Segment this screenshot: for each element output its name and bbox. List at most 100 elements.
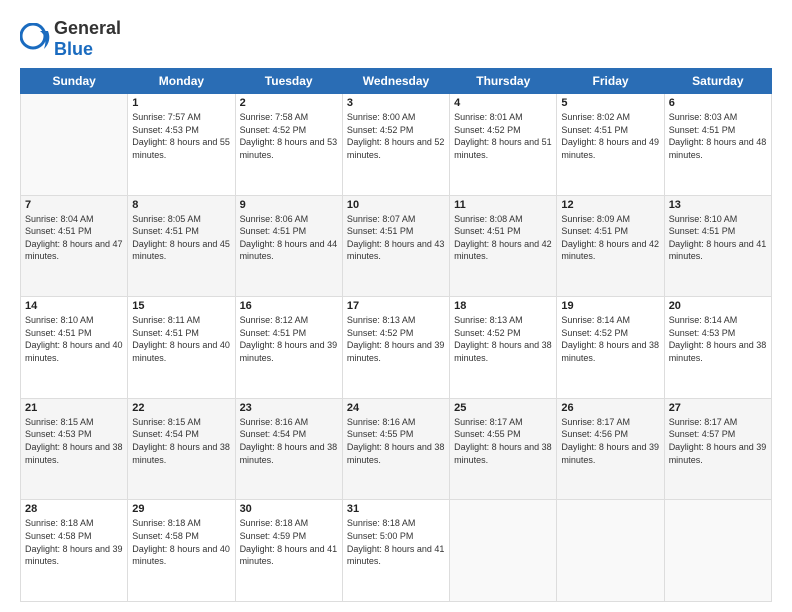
- day-daylight: Daylight: 8 hours and 40 minutes.: [132, 340, 230, 363]
- day-sunrise: Sunrise: 8:03 AM: [669, 112, 738, 122]
- calendar-day-cell: 14 Sunrise: 8:10 AM Sunset: 4:51 PM Dayl…: [21, 297, 128, 399]
- calendar-day-cell: 5 Sunrise: 8:02 AM Sunset: 4:51 PM Dayli…: [557, 94, 664, 196]
- calendar-day-cell: 24 Sunrise: 8:16 AM Sunset: 4:55 PM Dayl…: [342, 398, 449, 500]
- calendar-day-cell: 13 Sunrise: 8:10 AM Sunset: 4:51 PM Dayl…: [664, 195, 771, 297]
- day-sunset: Sunset: 4:52 PM: [347, 328, 414, 338]
- weekday-header-tuesday: Tuesday: [235, 69, 342, 94]
- day-sunset: Sunset: 4:51 PM: [25, 226, 92, 236]
- day-number: 19: [561, 300, 659, 312]
- day-number: 6: [669, 97, 767, 109]
- day-sunrise: Sunrise: 8:17 AM: [454, 417, 523, 427]
- calendar-day-cell: 9 Sunrise: 8:06 AM Sunset: 4:51 PM Dayli…: [235, 195, 342, 297]
- day-daylight: Daylight: 8 hours and 49 minutes.: [561, 137, 659, 160]
- day-daylight: Daylight: 8 hours and 52 minutes.: [347, 137, 445, 160]
- day-sunrise: Sunrise: 8:01 AM: [454, 112, 523, 122]
- calendar-day-cell: 25 Sunrise: 8:17 AM Sunset: 4:55 PM Dayl…: [450, 398, 557, 500]
- day-daylight: Daylight: 8 hours and 47 minutes.: [25, 239, 123, 262]
- day-number: 14: [25, 300, 123, 312]
- day-sunrise: Sunrise: 8:07 AM: [347, 214, 416, 224]
- calendar-day-cell: 8 Sunrise: 8:05 AM Sunset: 4:51 PM Dayli…: [128, 195, 235, 297]
- empty-cell: [21, 94, 128, 196]
- day-number: 28: [25, 503, 123, 515]
- calendar-day-cell: 28 Sunrise: 8:18 AM Sunset: 4:58 PM Dayl…: [21, 500, 128, 602]
- day-daylight: Daylight: 8 hours and 38 minutes.: [240, 442, 338, 465]
- calendar-week-row: 1 Sunrise: 7:57 AM Sunset: 4:53 PM Dayli…: [21, 94, 772, 196]
- calendar-week-row: 21 Sunrise: 8:15 AM Sunset: 4:53 PM Dayl…: [21, 398, 772, 500]
- day-sunset: Sunset: 4:53 PM: [669, 328, 736, 338]
- day-sunset: Sunset: 4:54 PM: [132, 429, 199, 439]
- calendar-day-cell: 10 Sunrise: 8:07 AM Sunset: 4:51 PM Dayl…: [342, 195, 449, 297]
- empty-cell: [557, 500, 664, 602]
- day-number: 10: [347, 199, 445, 211]
- day-sunrise: Sunrise: 8:18 AM: [347, 518, 416, 528]
- day-sunset: Sunset: 4:51 PM: [561, 125, 628, 135]
- calendar-day-cell: 26 Sunrise: 8:17 AM Sunset: 4:56 PM Dayl…: [557, 398, 664, 500]
- day-sunrise: Sunrise: 8:18 AM: [132, 518, 201, 528]
- day-sunrise: Sunrise: 8:18 AM: [240, 518, 309, 528]
- day-sunset: Sunset: 4:51 PM: [347, 226, 414, 236]
- calendar-day-cell: 11 Sunrise: 8:08 AM Sunset: 4:51 PM Dayl…: [450, 195, 557, 297]
- calendar-day-cell: 16 Sunrise: 8:12 AM Sunset: 4:51 PM Dayl…: [235, 297, 342, 399]
- weekday-header-saturday: Saturday: [664, 69, 771, 94]
- calendar-day-cell: 4 Sunrise: 8:01 AM Sunset: 4:52 PM Dayli…: [450, 94, 557, 196]
- day-sunset: Sunset: 4:57 PM: [669, 429, 736, 439]
- day-daylight: Daylight: 8 hours and 43 minutes.: [347, 239, 445, 262]
- weekday-header-wednesday: Wednesday: [342, 69, 449, 94]
- day-sunset: Sunset: 4:51 PM: [240, 226, 307, 236]
- day-sunrise: Sunrise: 8:06 AM: [240, 214, 309, 224]
- day-sunrise: Sunrise: 8:08 AM: [454, 214, 523, 224]
- day-sunrise: Sunrise: 8:15 AM: [25, 417, 94, 427]
- day-sunset: Sunset: 4:51 PM: [561, 226, 628, 236]
- day-number: 24: [347, 402, 445, 414]
- empty-cell: [664, 500, 771, 602]
- calendar-day-cell: 2 Sunrise: 7:58 AM Sunset: 4:52 PM Dayli…: [235, 94, 342, 196]
- day-daylight: Daylight: 8 hours and 39 minutes.: [25, 544, 123, 567]
- day-sunrise: Sunrise: 8:14 AM: [561, 315, 630, 325]
- day-number: 2: [240, 97, 338, 109]
- day-number: 22: [132, 402, 230, 414]
- day-daylight: Daylight: 8 hours and 53 minutes.: [240, 137, 338, 160]
- logo-blue: Blue: [54, 39, 93, 59]
- logo: General Blue: [20, 18, 121, 60]
- day-daylight: Daylight: 8 hours and 44 minutes.: [240, 239, 338, 262]
- calendar-table: SundayMondayTuesdayWednesdayThursdayFrid…: [20, 68, 772, 602]
- day-number: 3: [347, 97, 445, 109]
- calendar-day-cell: 7 Sunrise: 8:04 AM Sunset: 4:51 PM Dayli…: [21, 195, 128, 297]
- day-daylight: Daylight: 8 hours and 41 minutes.: [240, 544, 338, 567]
- day-sunrise: Sunrise: 8:13 AM: [454, 315, 523, 325]
- day-sunset: Sunset: 4:54 PM: [240, 429, 307, 439]
- day-number: 17: [347, 300, 445, 312]
- day-daylight: Daylight: 8 hours and 38 minutes.: [454, 442, 552, 465]
- day-sunset: Sunset: 4:51 PM: [669, 125, 736, 135]
- day-daylight: Daylight: 8 hours and 38 minutes.: [454, 340, 552, 363]
- day-sunset: Sunset: 4:52 PM: [454, 125, 521, 135]
- calendar-day-cell: 12 Sunrise: 8:09 AM Sunset: 4:51 PM Dayl…: [557, 195, 664, 297]
- day-daylight: Daylight: 8 hours and 39 minutes.: [561, 442, 659, 465]
- day-sunset: Sunset: 4:59 PM: [240, 531, 307, 541]
- day-sunrise: Sunrise: 8:04 AM: [25, 214, 94, 224]
- weekday-header-row: SundayMondayTuesdayWednesdayThursdayFrid…: [21, 69, 772, 94]
- day-number: 16: [240, 300, 338, 312]
- day-number: 13: [669, 199, 767, 211]
- day-number: 9: [240, 199, 338, 211]
- day-sunset: Sunset: 4:58 PM: [25, 531, 92, 541]
- day-number: 20: [669, 300, 767, 312]
- day-sunset: Sunset: 4:52 PM: [240, 125, 307, 135]
- day-sunrise: Sunrise: 7:57 AM: [132, 112, 201, 122]
- day-number: 31: [347, 503, 445, 515]
- day-daylight: Daylight: 8 hours and 41 minutes.: [669, 239, 767, 262]
- day-number: 4: [454, 97, 552, 109]
- day-sunset: Sunset: 5:00 PM: [347, 531, 414, 541]
- day-number: 27: [669, 402, 767, 414]
- weekday-header-monday: Monday: [128, 69, 235, 94]
- day-daylight: Daylight: 8 hours and 55 minutes.: [132, 137, 230, 160]
- day-number: 26: [561, 402, 659, 414]
- header: General Blue: [20, 18, 772, 60]
- day-number: 18: [454, 300, 552, 312]
- day-sunrise: Sunrise: 8:05 AM: [132, 214, 201, 224]
- day-number: 7: [25, 199, 123, 211]
- day-daylight: Daylight: 8 hours and 40 minutes.: [132, 544, 230, 567]
- day-sunset: Sunset: 4:51 PM: [132, 328, 199, 338]
- day-daylight: Daylight: 8 hours and 38 minutes.: [132, 442, 230, 465]
- day-sunrise: Sunrise: 8:10 AM: [669, 214, 738, 224]
